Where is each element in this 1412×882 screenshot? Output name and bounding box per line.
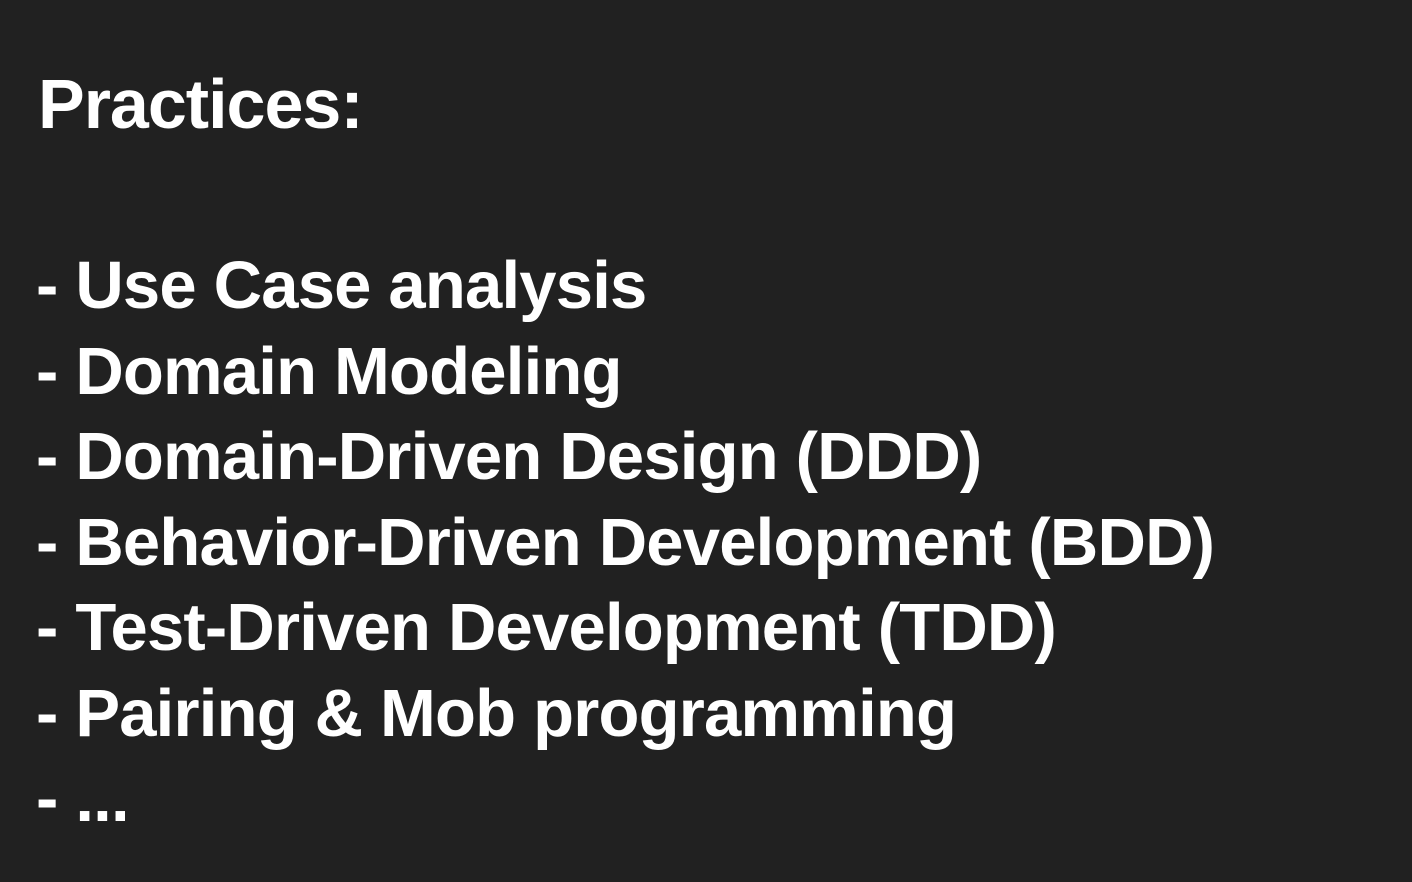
practice-item-use-case-analysis: - Use Case analysis bbox=[36, 248, 647, 323]
practice-item-tdd: - Test-Driven Development (TDD) bbox=[36, 590, 1057, 665]
practice-item-pairing-mob: - Pairing & Mob programming bbox=[36, 675, 957, 751]
practice-item-bdd: - Behavior-Driven Development (BDD) bbox=[36, 504, 1215, 580]
slide-title: Practices: bbox=[38, 65, 364, 143]
practice-item-ddd: - Domain-Driven Design (DDD) bbox=[36, 419, 982, 494]
slide: Practices: - Use Case analysis - Domain … bbox=[0, 0, 1412, 882]
practice-item-domain-modeling: - Domain Modeling bbox=[36, 333, 622, 409]
practices-list: - Use Case analysis - Domain Modeling - … bbox=[36, 243, 1215, 842]
practice-item-ellipsis: - ... bbox=[36, 761, 130, 836]
